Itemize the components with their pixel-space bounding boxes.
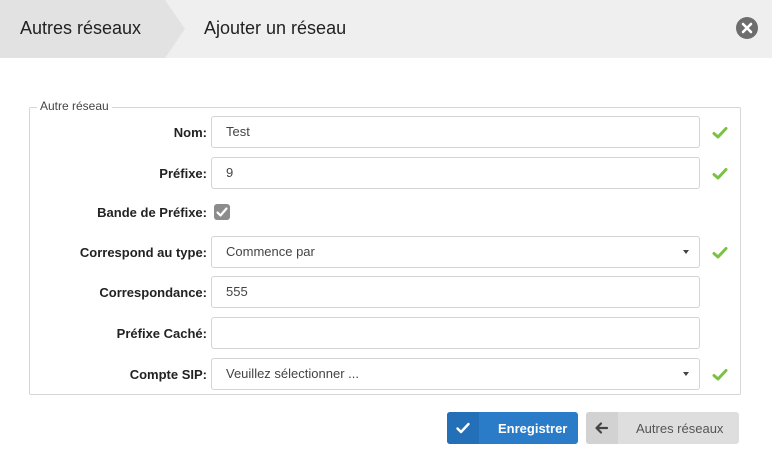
nom-label: Nom: (173, 125, 207, 140)
nom-valid-check-icon (712, 127, 728, 139)
close-icon[interactable] (736, 17, 758, 39)
check-icon (447, 412, 479, 444)
back-button-label: Autres réseaux (636, 421, 724, 436)
prefixe-cache-label: Préfixe Caché: (116, 326, 207, 341)
compte-sip-label: Compte SIP: (129, 367, 207, 382)
compte-sip-value: Veuillez sélectionner ... (226, 366, 359, 381)
breadcrumb-arrow (165, 0, 185, 58)
compte-sip-select[interactable]: Veuillez sélectionner ... (211, 358, 700, 390)
nom-input[interactable]: Test (211, 116, 700, 148)
correspond-type-valid-check-icon (712, 247, 728, 259)
back-button[interactable]: Autres réseaux (586, 412, 739, 444)
bande-prefixe-checkbox[interactable] (214, 204, 230, 220)
correspondance-label: Correspondance: (99, 285, 207, 300)
checkmark-icon (216, 207, 228, 217)
breadcrumb-parent-label[interactable]: Autres réseaux (20, 18, 141, 39)
prefixe-valid-check-icon (712, 168, 728, 180)
header-bar: Autres réseaux Ajouter un réseau (0, 0, 772, 58)
chevron-down-icon (683, 372, 689, 376)
bande-prefixe-label: Bande de Préfixe: (97, 205, 207, 220)
correspond-type-select[interactable]: Commence par (211, 236, 700, 268)
correspondance-input[interactable]: 555 (211, 276, 700, 308)
save-button[interactable]: Enregistrer (447, 412, 578, 444)
prefixe-input[interactable]: 9 (211, 157, 700, 189)
fieldset-legend: Autre réseau (37, 99, 112, 113)
compte-sip-valid-check-icon (712, 369, 728, 381)
page-title: Ajouter un réseau (204, 18, 347, 38)
prefixe-cache-input[interactable] (211, 317, 700, 349)
correspond-type-label: Correspond au type: (79, 245, 207, 260)
save-button-label: Enregistrer (498, 421, 568, 436)
correspond-type-value: Commence par (226, 244, 315, 259)
chevron-down-icon (683, 250, 689, 254)
prefixe-label: Préfixe: (159, 166, 207, 181)
arrow-left-icon (586, 412, 618, 444)
